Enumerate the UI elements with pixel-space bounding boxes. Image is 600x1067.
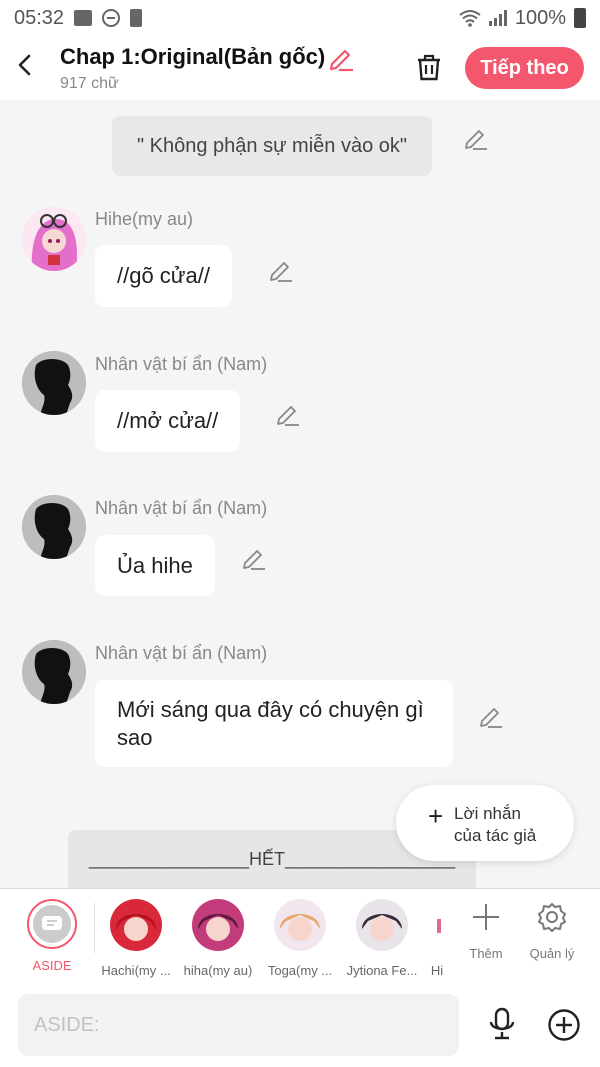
speaker-name: Hihe(my au)	[95, 209, 194, 229]
character-item[interactable]: Hachi(my ...	[95, 899, 177, 978]
wifi-icon	[459, 10, 481, 27]
edit-narration-icon[interactable]	[463, 125, 489, 151]
input-bar	[0, 983, 600, 1067]
character-avatar	[110, 899, 162, 951]
chapter-title: Chap 1:Original(Bản gốc)	[60, 44, 326, 69]
message-input[interactable]	[18, 994, 459, 1056]
author-note-label-1: Lời nhắn	[454, 804, 521, 823]
edit-message-icon[interactable]	[478, 703, 504, 729]
battery-saver-icon	[130, 9, 143, 27]
status-bar: 05:32 100%	[0, 0, 600, 36]
signal-icon	[488, 10, 507, 26]
silhouette-icon	[22, 351, 86, 415]
message-bubble[interactable]: Ủa hihe	[95, 535, 215, 596]
status-time: 05:32	[14, 6, 65, 29]
avatar[interactable]	[22, 351, 86, 415]
character-item[interactable]: Hi	[423, 899, 451, 978]
battery-percent: 100%	[514, 6, 566, 29]
aside-label: ASIDE	[32, 958, 72, 973]
add-character-button[interactable]: Thêm	[458, 901, 514, 961]
edit-message-icon[interactable]	[241, 545, 267, 571]
manage-label: Quản lý	[529, 946, 575, 961]
character-name: Hi	[430, 963, 444, 978]
author-note-button[interactable]: + Lời nhắn của tác giả	[396, 785, 574, 861]
chapter-header: Chap 1:Original(Bản gốc) 917 chữ Tiếp th…	[0, 36, 600, 100]
character-avatar	[274, 899, 326, 951]
plus-icon: +	[428, 801, 444, 831]
speaker-name: Nhân vật bí ẩn (Nam)	[95, 354, 268, 374]
microphone-icon[interactable]	[486, 1007, 518, 1041]
aside-character-button[interactable]	[27, 899, 77, 949]
edit-title-icon[interactable]	[327, 44, 355, 72]
character-avatar	[356, 899, 408, 951]
character-name: hiha(my au)	[183, 963, 253, 978]
message-bubble[interactable]: //mở cửa//	[95, 390, 241, 452]
avatar[interactable]	[22, 207, 86, 271]
do-not-disturb-icon	[102, 9, 121, 27]
add-label: Thêm	[469, 946, 503, 961]
add-circle-icon[interactable]	[547, 1008, 581, 1042]
trash-icon[interactable]	[414, 52, 444, 82]
character-bar: ASIDE Hachi(my ... hiha(my au) Toga(my .…	[0, 888, 600, 983]
folder-icon	[74, 10, 93, 26]
character-name: Hachi(my ...	[101, 963, 171, 978]
character-avatar	[192, 899, 244, 951]
character-avatar	[423, 899, 451, 951]
character-item[interactable]: hiha(my au)	[177, 899, 259, 978]
speaker-name: Nhân vật bí ẩn (Nam)	[95, 498, 268, 518]
avatar[interactable]	[22, 495, 86, 559]
avatar[interactable]	[22, 640, 86, 704]
edit-message-icon[interactable]	[268, 257, 294, 283]
character-item[interactable]: Toga(my ...	[259, 899, 341, 978]
manage-button[interactable]: Quản lý	[524, 901, 580, 961]
character-item[interactable]: Jytiona Fe...	[341, 899, 423, 978]
character-name: Toga(my ...	[267, 963, 333, 978]
word-count: 917 chữ	[60, 75, 119, 92]
author-note-label-2: của tác giả	[454, 826, 537, 845]
message-bubble[interactable]: //gõ cửa//	[95, 245, 232, 307]
next-chapter-button[interactable]: Tiếp theo	[465, 47, 584, 89]
character-name: Jytiona Fe...	[346, 963, 418, 978]
pink-hair-character-icon	[22, 207, 86, 271]
chat-bubble-icon	[42, 916, 62, 930]
silhouette-icon	[22, 495, 86, 559]
speaker-name: Nhân vật bí ẩn (Nam)	[95, 643, 268, 663]
gear-icon	[538, 903, 566, 932]
plus-icon	[473, 904, 499, 930]
back-arrow-icon[interactable]	[10, 50, 40, 80]
edit-message-icon[interactable]	[275, 401, 301, 427]
battery-icon	[574, 8, 586, 28]
message-bubble[interactable]: Mới sáng qua đây có chuyện gì sao	[95, 680, 453, 767]
silhouette-icon	[22, 640, 86, 704]
narration-bubble[interactable]: " Không phận sự miễn vào ok"	[112, 116, 432, 176]
